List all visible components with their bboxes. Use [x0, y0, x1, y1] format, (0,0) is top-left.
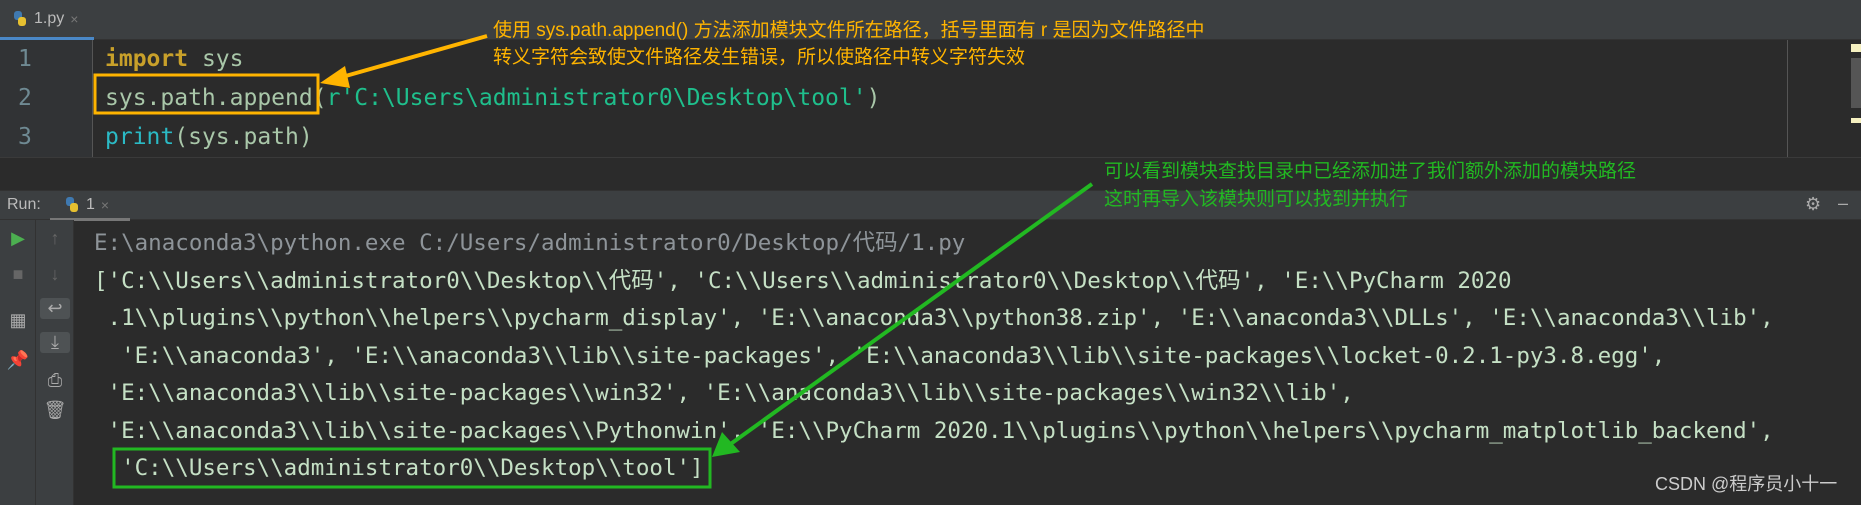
orange-highlight-box: [93, 73, 320, 115]
annotation-overlay: [93, 34, 1094, 489]
green-annotation-line: 这时再导入该模块则可以找到并执行: [1104, 189, 1409, 210]
orange-annotation-line: 使用 sys.path.append() 方法添加模块文件所在路径，括号里面有 …: [493, 20, 1205, 41]
green-arrowhead: [712, 432, 740, 457]
green-highlight-box: [112, 447, 712, 489]
orange-annotation-line: 转义字符会致使文件路径发生错误，所以使路径中转义字符失效: [493, 47, 1026, 68]
green-annotation-line: 可以看到模块查找目录中已经添加进了我们额外添加的模块路径: [1104, 161, 1637, 182]
orange-arrow: [334, 34, 488, 81]
green-arrow: [723, 182, 1094, 450]
orange-arrowhead: [320, 66, 350, 88]
watermark: CSDN @程序员小十一: [1655, 474, 1838, 494]
